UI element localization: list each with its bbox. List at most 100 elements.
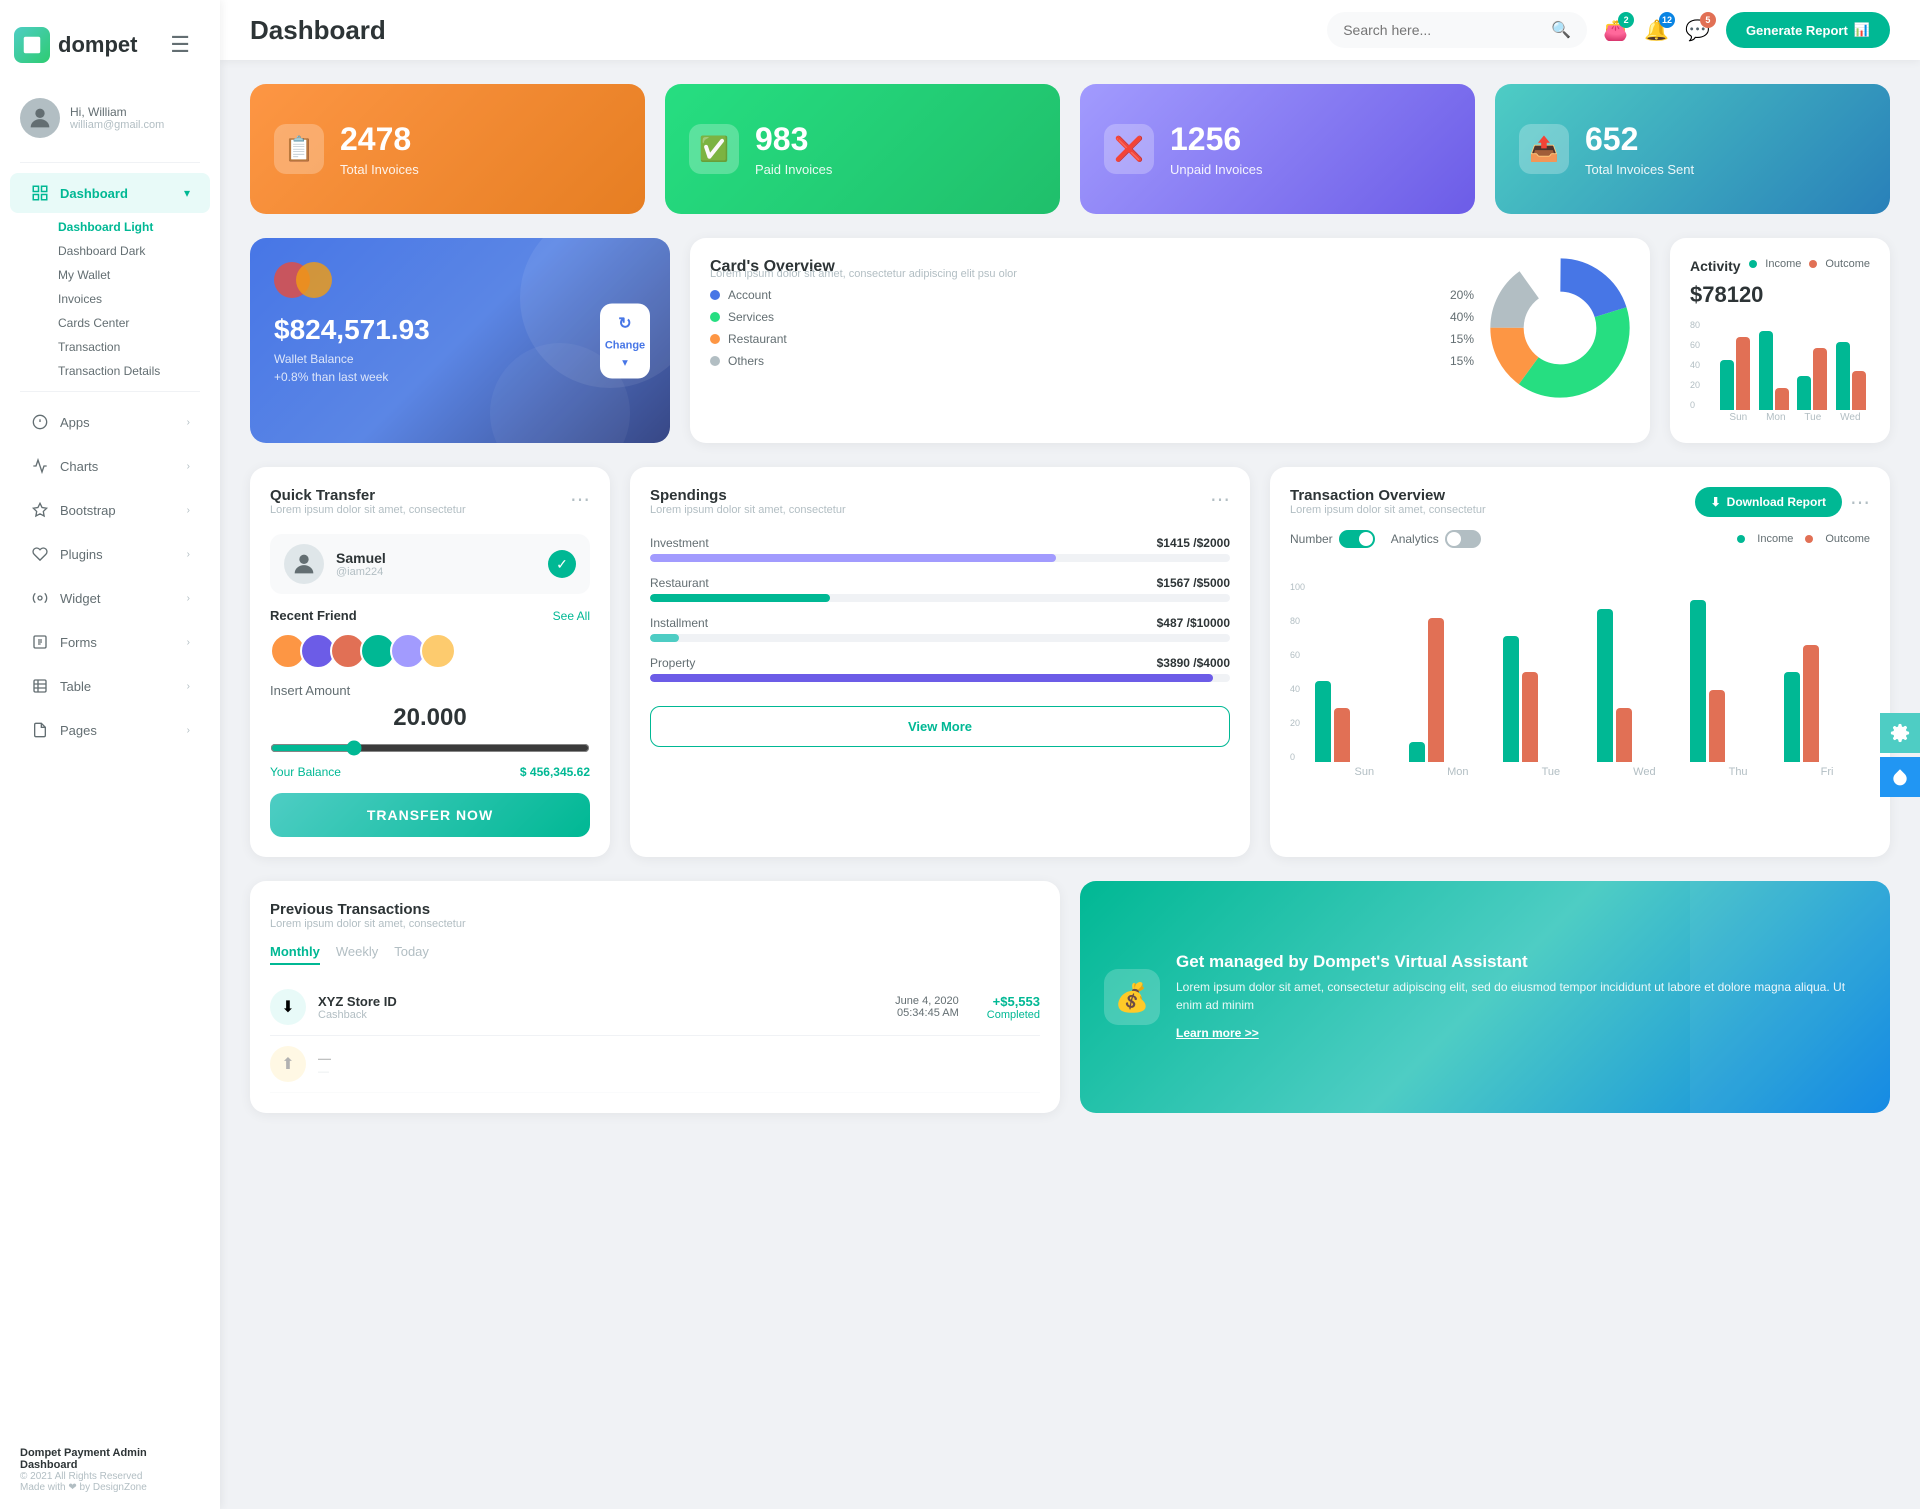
stat-card-unpaid-invoices: ❌ 1256 Unpaid Invoices: [1080, 84, 1475, 214]
spendings-title: Spendings: [650, 487, 846, 504]
income-dot: [1749, 260, 1757, 268]
tab-today[interactable]: Today: [394, 944, 429, 965]
sidebar-subitem-my-wallet[interactable]: My Wallet: [48, 263, 220, 287]
transfer-now-button[interactable]: TRANSFER NOW: [270, 793, 590, 837]
wallet-change-button[interactable]: ↻ Change ▾: [600, 303, 650, 378]
prev-transactions-subtitle: Lorem ipsum dolor sit amet, consectetur: [270, 918, 466, 930]
others-dot: [710, 356, 720, 366]
widget-icon: [30, 588, 50, 608]
income-legend-dot: [1737, 535, 1745, 543]
services-label: Services: [728, 310, 774, 324]
lower-row: Quick Transfer Lorem ipsum dolor sit ame…: [250, 467, 1890, 857]
water-drop-button[interactable]: [1880, 757, 1920, 797]
tab-monthly[interactable]: Monthly: [270, 944, 320, 965]
friend-avatar-6[interactable]: [420, 633, 456, 669]
pages-icon: [30, 720, 50, 740]
sidebar-subitem-transaction[interactable]: Transaction: [48, 335, 220, 359]
sun-outcome: [1334, 708, 1350, 762]
sidebar-item-forms[interactable]: Forms ›: [10, 622, 210, 662]
footer-made: Made with ❤ by DesignZone: [20, 1482, 200, 1493]
spending-installment: Installment $487 /$10000: [650, 616, 1230, 642]
spendings-menu-icon[interactable]: ⋯: [1210, 487, 1230, 512]
transaction-overview-menu-icon[interactable]: ⋯: [1850, 490, 1870, 515]
qt-person-card: Samuel @iam224 ✓: [270, 534, 590, 594]
sidebar-item-dashboard[interactable]: Dashboard ▾: [10, 173, 210, 213]
sidebar-subitem-dashboard-dark[interactable]: Dashboard Dark: [48, 239, 220, 263]
download-report-button[interactable]: ⬇ Download Report: [1695, 487, 1842, 517]
va-learn-more-link[interactable]: Learn more >>: [1176, 1026, 1259, 1040]
search-input[interactable]: [1343, 22, 1543, 38]
hamburger-icon[interactable]: ☰: [170, 14, 206, 76]
transaction-type-icon-2: ⬆: [270, 1046, 306, 1082]
recent-friend-row: Recent Friend See All: [270, 608, 590, 623]
sidebar-item-widget[interactable]: Widget ›: [10, 578, 210, 618]
y-40: 40: [1290, 684, 1305, 694]
bar-label-tue: Tue: [1804, 412, 1821, 423]
header-icons: 👛 2 🔔 12 💬 5 Generate Report 📊: [1603, 12, 1890, 48]
download-icon: ⬇: [1711, 495, 1721, 509]
amount-display: 20.000: [270, 704, 590, 732]
restaurant-label: Restaurant: [728, 332, 787, 346]
overview-section: $824,571.93 Wallet Balance +0.8% than la…: [250, 238, 1890, 443]
y-axis: 100 80 60 40 20 0: [1290, 582, 1309, 762]
charts-icon: [30, 456, 50, 476]
spending-restaurant: Restaurant $1567 /$5000: [650, 576, 1230, 602]
x-thu: Thu: [1729, 766, 1748, 778]
amount-slider[interactable]: [270, 740, 590, 756]
va-text: Lorem ipsum dolor sit amet, consectetur …: [1176, 978, 1866, 1014]
generate-report-button[interactable]: Generate Report 📊: [1726, 12, 1890, 48]
logo-icon: [14, 27, 50, 63]
analytics-toggle-group: Analytics: [1391, 530, 1481, 548]
unpaid-invoices-number: 1256: [1170, 121, 1263, 158]
y-0: 0: [1290, 752, 1305, 762]
sent-invoices-icon: 📤: [1519, 124, 1569, 174]
wallet-icon-badge[interactable]: 👛 2: [1603, 18, 1628, 43]
tab-weekly[interactable]: Weekly: [336, 944, 378, 965]
sidebar-subitem-dashboard-light[interactable]: Dashboard Light: [48, 215, 220, 239]
transaction-name-2: —: [318, 1051, 1040, 1066]
number-toggle[interactable]: [1339, 530, 1375, 548]
bell-icon-badge[interactable]: 🔔 12: [1644, 18, 1669, 43]
virtual-assistant-card: 💰 Get managed by Dompet's Virtual Assist…: [1080, 881, 1890, 1113]
quick-transfer-menu-icon[interactable]: ⋯: [570, 487, 590, 512]
footer-title: Dompet Payment Admin Dashboard: [20, 1447, 200, 1471]
investment-amount: $1415 /$2000: [1157, 536, 1230, 550]
pie-chart: [1490, 258, 1630, 403]
balance-amount: $ 456,345.62: [520, 765, 590, 779]
y-60: 60: [1290, 650, 1305, 660]
prev-transactions-card: Previous Transactions Lorem ipsum dolor …: [250, 881, 1060, 1113]
number-toggle-group: Number: [1290, 530, 1375, 548]
settings-button[interactable]: [1880, 713, 1920, 753]
sidebar-subitem-cards-center[interactable]: Cards Center: [48, 311, 220, 335]
transaction-overview-title: Transaction Overview: [1290, 487, 1486, 504]
chat-icon-badge[interactable]: 💬 5: [1685, 18, 1710, 43]
sidebar-item-pages[interactable]: Pages ›: [10, 710, 210, 750]
sidebar-item-bootstrap[interactable]: Bootstrap ›: [10, 490, 210, 530]
see-all-link[interactable]: See All: [553, 609, 590, 623]
search-icon: 🔍: [1551, 20, 1571, 40]
header: Dashboard 🔍 👛 2 🔔 12 💬 5 Generate Report…: [220, 0, 1920, 60]
table-row-2: ⬆ — —: [270, 1036, 1040, 1093]
x-sun: Sun: [1355, 766, 1375, 778]
plugins-label: Plugins: [60, 547, 177, 562]
user-email: william@gmail.com: [70, 119, 164, 131]
transaction-overview-subtitle: Lorem ipsum dolor sit amet, consectetur: [1290, 504, 1486, 516]
restaurant-pct: 15%: [1450, 332, 1474, 346]
y-20: 20: [1290, 718, 1305, 728]
view-more-button[interactable]: View More: [650, 706, 1230, 747]
big-bar-x-labels: Sun Mon Tue Wed Thu Fri: [1290, 766, 1870, 778]
installment-bar: [650, 634, 679, 642]
qt-person-avatar: [284, 544, 324, 584]
sidebar-item-table[interactable]: Table ›: [10, 666, 210, 706]
quick-transfer-card: Quick Transfer Lorem ipsum dolor sit ame…: [250, 467, 610, 857]
sidebar-item-apps[interactable]: Apps ›: [10, 402, 210, 442]
sidebar-item-plugins[interactable]: Plugins ›: [10, 534, 210, 574]
stat-cards: 📋 2478 Total Invoices ✅ 983 Paid Invoice…: [250, 84, 1890, 214]
sidebar-subitem-invoices[interactable]: Invoices: [48, 287, 220, 311]
dashboard-chevron-icon: ▾: [184, 186, 190, 200]
x-tue: Tue: [1542, 766, 1561, 778]
analytics-toggle[interactable]: [1445, 530, 1481, 548]
sidebar-item-charts[interactable]: Charts ›: [10, 446, 210, 486]
x-wed: Wed: [1633, 766, 1655, 778]
sidebar-subitem-transaction-details[interactable]: Transaction Details: [48, 359, 220, 383]
